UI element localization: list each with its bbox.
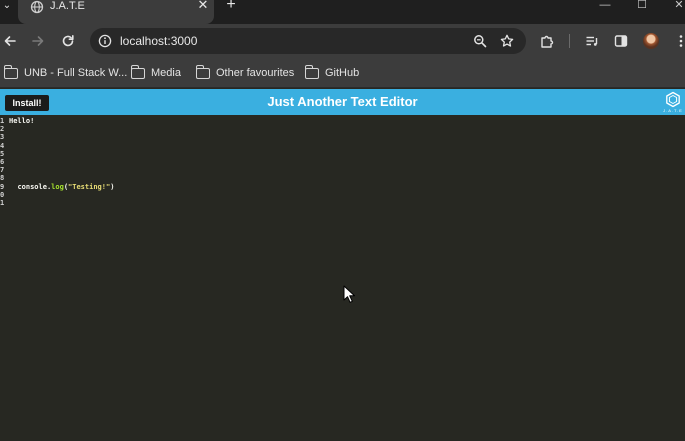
code-paren-close: )	[110, 182, 115, 191]
code-string: "Testing!"	[68, 182, 111, 191]
page-title: Just Another Text Editor	[267, 94, 418, 109]
line-number: 0	[0, 190, 5, 199]
arrow-left-icon	[4, 36, 16, 46]
info-icon[interactable]	[98, 34, 112, 48]
line-number: 1	[0, 117, 5, 125]
bookmark-label: GitHub	[325, 67, 360, 79]
kebab-menu-icon	[679, 35, 683, 47]
line-number-gutter: 1 2 3 4 5 6 7 8 9 0 1	[0, 117, 8, 207]
code-line[interactable]	[9, 199, 114, 207]
new-tab-button[interactable]: +	[224, 0, 238, 13]
folder-icon	[3, 64, 18, 79]
arrow-right-icon	[32, 36, 44, 46]
avatar[interactable]	[643, 33, 659, 49]
line-number: 6	[0, 157, 5, 166]
code-editor[interactable]: 1 2 3 4 5 6 7 8 9 0 1 Hello! console.log…	[0, 115, 685, 441]
puzzle-icon	[541, 35, 554, 48]
address-bar[interactable]: localhost:3000	[90, 28, 526, 54]
line-number: 5	[0, 149, 5, 158]
maximize-button[interactable]: ☐	[635, 0, 649, 12]
folder-icon	[130, 64, 145, 79]
browser-toolbar: localhost:3000	[0, 24, 685, 58]
line-number: 2	[0, 125, 5, 134]
code-line[interactable]	[9, 142, 114, 150]
line-number: 8	[0, 174, 5, 183]
line-number: 3	[0, 133, 5, 142]
install-button[interactable]: Install!	[5, 95, 49, 111]
back-button[interactable]	[0, 31, 20, 51]
extensions-button[interactable]	[537, 31, 557, 51]
reload-icon	[62, 35, 74, 47]
line-number: 7	[0, 166, 5, 175]
app-logo: J.A.T.E	[662, 91, 684, 113]
logo-text: J.A.T.E	[663, 108, 683, 113]
close-icon[interactable]: ✕	[196, 0, 210, 13]
reload-button[interactable]	[58, 31, 78, 51]
browser-menu-button[interactable]	[671, 31, 685, 51]
side-panel-button[interactable]	[611, 31, 631, 51]
side-panel-icon	[614, 35, 628, 47]
url-text: localhost:3000	[120, 34, 198, 48]
bookmark-folder-media[interactable]: Media	[130, 64, 181, 82]
bookmark-star-button[interactable]	[497, 31, 517, 51]
bookmark-folder-other-favourites[interactable]: Other favourites	[195, 64, 295, 82]
code-line[interactable]	[9, 150, 114, 158]
zoom-icon	[474, 35, 487, 48]
folder-icon	[304, 64, 319, 79]
code-object: console.	[17, 182, 52, 191]
media-controls-button[interactable]	[582, 31, 602, 51]
code-function: log	[51, 182, 64, 191]
minimize-button[interactable]: —	[598, 0, 612, 12]
tab-strip: ⌄ J.A.T.E ✕ + — ☐ ✕	[0, 0, 685, 24]
tab-search-button[interactable]: ⌄	[0, 0, 14, 14]
star-icon	[500, 34, 514, 47]
bookmark-label: UNB - Full Stack W...	[24, 67, 128, 79]
tab-jate[interactable]: J.A.T.E ✕	[18, 0, 214, 24]
line-number: 9	[0, 182, 5, 191]
tab-title: J.A.T.E	[50, 0, 85, 12]
code-line[interactable]	[9, 174, 114, 182]
bookmark-folder-unb[interactable]: UNB - Full Stack W...	[3, 64, 128, 82]
code-area[interactable]: Hello! console.log("Testing!")	[9, 117, 114, 207]
line-number: 4	[0, 141, 5, 150]
globe-icon	[30, 0, 44, 14]
bookmark-folder-github[interactable]: GitHub	[304, 64, 360, 82]
code-line[interactable]	[9, 125, 114, 133]
line-number: 1	[0, 198, 5, 207]
app-header: Just Another Text Editor Install! J.A.T.…	[0, 89, 685, 115]
mouse-cursor-icon	[343, 285, 355, 303]
code-line[interactable]: console.log("Testing!")	[9, 183, 114, 191]
code-line[interactable]: Hello!	[9, 117, 114, 125]
bookmark-label: Other favourites	[216, 67, 295, 79]
code-line[interactable]	[9, 158, 114, 166]
code-line[interactable]	[9, 166, 114, 174]
window-close-button[interactable]: ✕	[672, 0, 685, 12]
code-line[interactable]	[9, 133, 114, 141]
folder-icon	[195, 64, 210, 79]
bookmarks-bar: UNB - Full Stack W... Media Other favour…	[0, 58, 685, 88]
bookmark-label: Media	[151, 67, 181, 79]
code-line[interactable]	[9, 191, 114, 199]
zoom-button[interactable]	[470, 31, 490, 51]
toolbar-divider	[569, 34, 570, 48]
media-control-icon	[586, 36, 598, 46]
logo-hexagon-icon	[666, 91, 680, 108]
forward-button[interactable]	[28, 31, 48, 51]
